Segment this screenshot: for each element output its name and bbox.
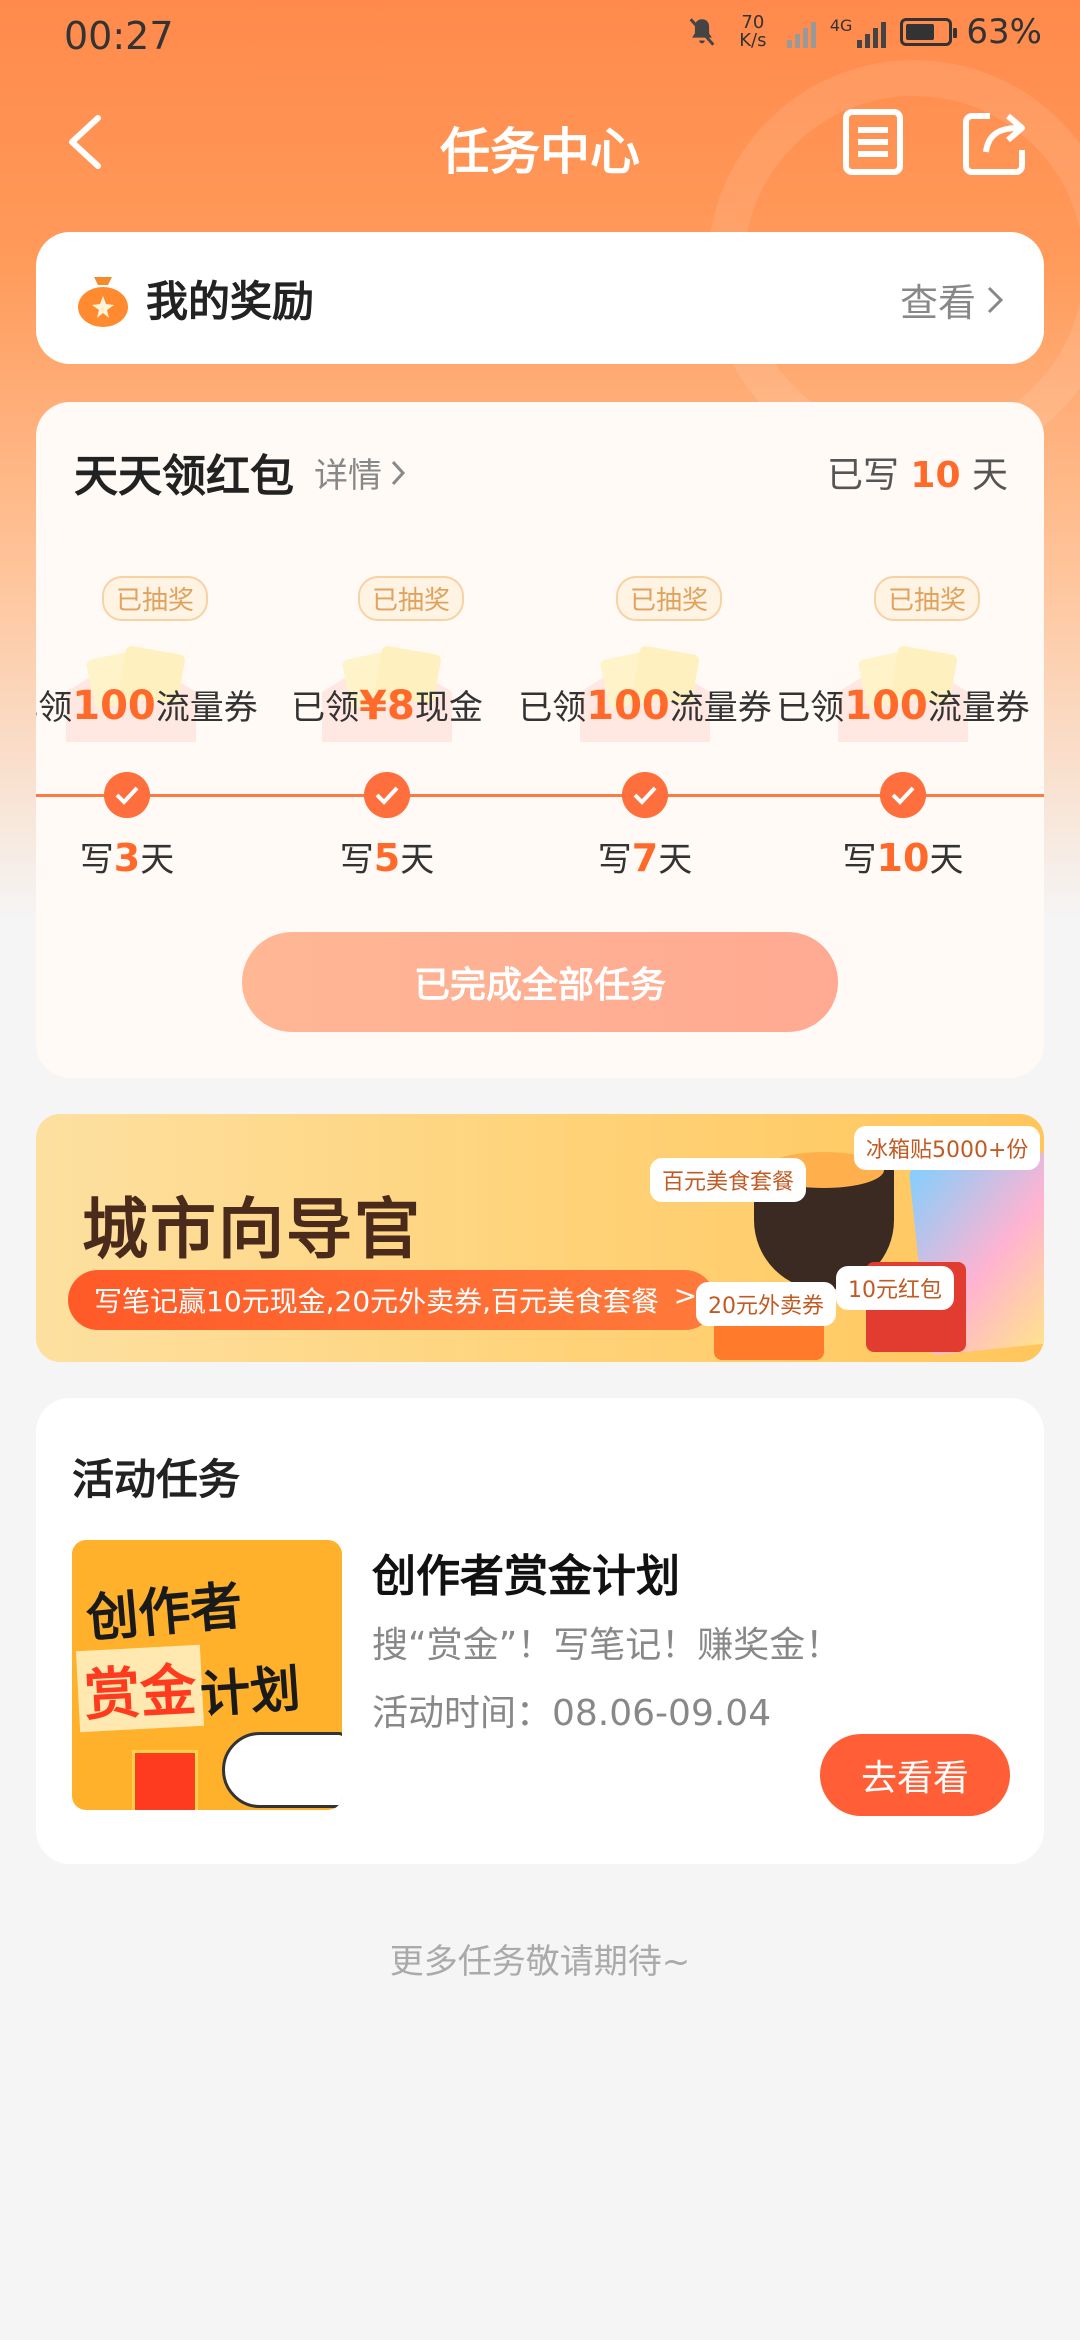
- check-icon: [364, 772, 410, 818]
- daily-red-packet-card: 天天领红包 详情 已写 10 天 已抽奖 已领100流量券 已抽奖 已领¥8: [36, 402, 1044, 1078]
- nav-bar: 任务中心: [0, 92, 1080, 192]
- banner-sticker: 冰箱贴5000+份: [854, 1126, 1041, 1170]
- milestone-day-label: 写5天: [339, 836, 435, 880]
- daily-detail-link[interactable]: 详情: [314, 448, 406, 497]
- gift-box-icon: [132, 1750, 198, 1810]
- milestone-prize: 已领100流量券: [518, 683, 772, 729]
- my-rewards-label: 我的奖励: [146, 276, 315, 326]
- my-rewards-card[interactable]: 我的奖励 查看: [36, 232, 1044, 364]
- milestone-prize: 已领100流量券: [36, 683, 258, 729]
- daily-title: 天天领红包: [74, 451, 294, 502]
- activity-section-title: 活动任务: [72, 1455, 241, 1504]
- status-time: 00:27: [64, 14, 174, 58]
- milestone-tag: 已抽奖: [358, 576, 465, 621]
- battery-icon: [900, 18, 958, 46]
- milestone-tag: 已抽奖: [102, 576, 209, 621]
- activity-description: 搜“赏金”！写笔记！赚奖金！: [372, 1625, 842, 1666]
- no-signal-icon: [786, 16, 816, 48]
- view-rewards-link[interactable]: 查看: [900, 272, 1004, 327]
- milestone-day-label: 写7天: [597, 836, 693, 880]
- hand-illustration: [222, 1732, 342, 1808]
- check-icon: [104, 772, 150, 818]
- go-see-button[interactable]: 去看看: [820, 1734, 1010, 1816]
- chevron-right-icon: [391, 460, 406, 485]
- creator-bounty-thumbnail[interactable]: 创作者 赏金 计划: [72, 1540, 342, 1810]
- milestone-prize: 已领100流量券: [776, 683, 1030, 729]
- more-tasks-footer: 更多任务敬请期待~: [389, 1942, 691, 1982]
- page-title: 任务中心: [440, 123, 640, 181]
- milestone-tag: 已抽奖: [874, 576, 981, 621]
- chevron-right-icon: [987, 286, 1004, 313]
- banner-title: 城市向导官: [82, 1191, 422, 1268]
- milestone-tag: 已抽奖: [616, 576, 723, 621]
- all-tasks-completed-button[interactable]: 已完成全部任务: [242, 932, 838, 1032]
- banner-sticker: 百元美食套餐: [650, 1158, 807, 1202]
- chevron-right-icon: >: [673, 1279, 698, 1312]
- mute-icon: [689, 18, 715, 46]
- written-days-counter: 已写 10 天: [826, 455, 1008, 496]
- battery-percent: 63%: [966, 12, 1042, 52]
- banner-subtitle: 写笔记赢10元现金,20元外卖券,百元美食套餐 >: [68, 1270, 716, 1330]
- document-list-icon[interactable]: [838, 106, 908, 178]
- city-guide-banner[interactable]: 城市向导官 写笔记赢10元现金,20元外卖券,百元美食套餐 > 百元美食套餐 冰…: [36, 1114, 1044, 1362]
- activity-time: 活动时间：08.06-09.04: [372, 1693, 772, 1734]
- share-icon[interactable]: [960, 106, 1030, 178]
- money-bag-icon: [78, 277, 128, 327]
- status-bar: 00:27 70 K/s 4G 63%: [0, 0, 1080, 80]
- check-icon: [622, 772, 668, 818]
- signal-4g-icon: 4G: [830, 16, 887, 48]
- check-icon: [880, 772, 926, 818]
- milestone-prize: 已领¥8现金: [291, 683, 483, 729]
- activity-tasks-card: 活动任务 创作者 赏金 计划 创作者赏金计划 搜“赏金”！写笔记！赚奖金！ 活动…: [36, 1398, 1044, 1864]
- banner-sticker: 20元外卖券: [696, 1282, 836, 1326]
- milestone-day-label: 写3天: [79, 836, 175, 880]
- milestone-day-label: 写10天: [842, 836, 964, 880]
- banner-sticker: 10元红包: [836, 1266, 954, 1310]
- net-speed: 70 K/s: [739, 12, 767, 51]
- activity-name: 创作者赏金计划: [372, 1551, 680, 1602]
